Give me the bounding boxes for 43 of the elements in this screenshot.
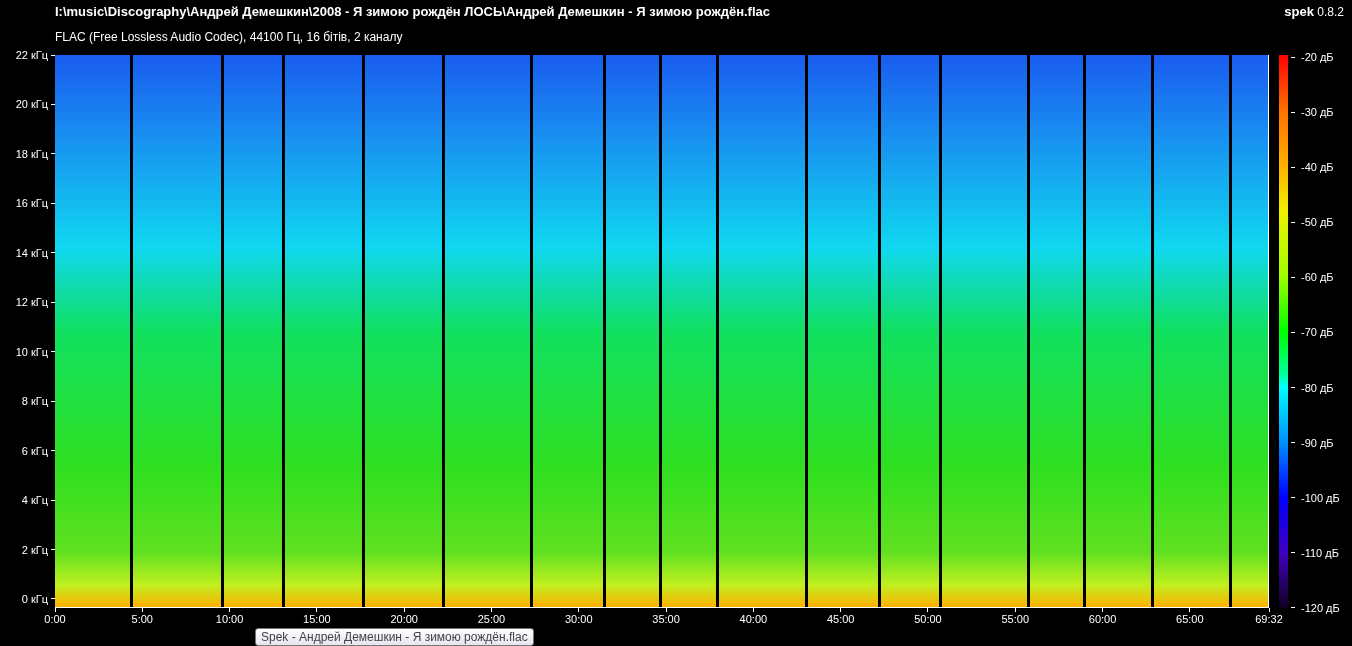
time-label: 0:00 — [44, 613, 66, 625]
time-label: 15:00 — [303, 613, 331, 625]
app-version: 0.8.2 — [1317, 5, 1344, 19]
level-label: -80 дБ — [1301, 381, 1334, 394]
time-label: 55:00 — [1001, 613, 1029, 625]
app-name: spek — [1284, 4, 1314, 19]
tooltip: Spek - Андрей Демешкин - Я зимою рождён.flac — [255, 628, 534, 646]
level-label: -70 дБ — [1301, 326, 1334, 339]
level-label: -50 дБ — [1301, 216, 1334, 229]
time-label: 65:00 — [1176, 613, 1204, 625]
time-label: 5:00 — [131, 613, 153, 625]
format-info: FLAC (Free Lossless Audio Codec), 44100 Гц, 16 бітів, 2 каналу — [55, 29, 404, 45]
time-label: 50:00 — [914, 613, 942, 625]
frequency-label: 18 кГц — [15, 147, 48, 160]
time-label: 45:00 — [826, 613, 855, 625]
time-label: 35:00 — [652, 613, 680, 625]
frequency-label: 6 кГц — [21, 444, 48, 457]
level-label: -20 дБ — [1301, 51, 1334, 63]
time-label: 25:00 — [477, 613, 506, 625]
level-label: -30 дБ — [1301, 106, 1334, 119]
level-label: -110 дБ — [1301, 546, 1339, 559]
frequency-label: 16 кГц — [15, 197, 48, 210]
time-label: 10:00 — [215, 613, 244, 625]
time-label: 30:00 — [565, 613, 593, 625]
level-label: -120 дБ — [1301, 601, 1340, 614]
frequency-label: 14 кГц — [15, 246, 48, 259]
time-label: 20:00 — [390, 613, 418, 625]
level-label: -90 дБ — [1301, 436, 1334, 449]
frequency-label: 10 кГц — [15, 345, 48, 358]
time-label: 40:00 — [739, 613, 768, 625]
file-path: I:\music\Discography\Андрей Демешкин\2008 - Я зимою рождён ЛОСЬ\Андрей Демешкин - Я зимою рождён.flac — [55, 3, 771, 21]
time-label: 60:00 — [1088, 613, 1117, 625]
frequency-label: 20 кГц — [15, 98, 48, 111]
frequency-label: 0 кГц — [21, 593, 48, 605]
level-label: -40 дБ — [1301, 161, 1334, 174]
frequency-label: 22 кГц — [15, 49, 48, 61]
level-label: -60 дБ — [1301, 271, 1334, 284]
level-label: -100 дБ — [1301, 491, 1340, 504]
frequency-label: 12 кГц — [15, 296, 48, 309]
time-label: 69:32 — [1255, 613, 1283, 625]
frequency-label: 4 кГц — [21, 494, 48, 507]
frequency-label: 8 кГц — [21, 395, 48, 408]
frequency-label: 2 кГц — [21, 543, 48, 556]
